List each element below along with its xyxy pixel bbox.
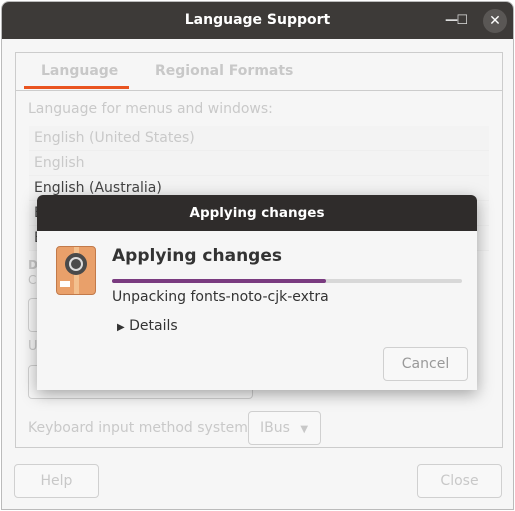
- triangle-right-icon: ▶: [117, 322, 125, 333]
- details-label: Details: [129, 318, 178, 334]
- progress-fill: [112, 279, 326, 283]
- title-bar: Language Support — ☐ ✕: [2, 2, 513, 39]
- list-item[interactable]: English (United States): [29, 126, 489, 151]
- details-expander[interactable]: ▶ Details: [117, 318, 178, 334]
- package-icon: [56, 246, 96, 295]
- keyboard-input-dropdown[interactable]: IBus ▼: [248, 411, 321, 445]
- close-icon[interactable]: ✕: [483, 9, 507, 33]
- keyboard-label: Keyboard input method system:: [28, 420, 253, 436]
- tab-language[interactable]: Language: [41, 63, 118, 79]
- help-button[interactable]: Help: [14, 464, 99, 498]
- dialog-heading: Applying changes: [112, 246, 282, 266]
- chevron-down-icon: ▼: [300, 424, 309, 435]
- window-title: Language Support: [184, 12, 331, 28]
- applying-changes-dialog: Applying changes Applying changes Unpack…: [37, 195, 477, 390]
- dialog-title: Applying changes: [37, 195, 477, 231]
- keyboard-input-value: IBus: [260, 420, 290, 436]
- cancel-button[interactable]: Cancel: [383, 347, 468, 381]
- status-text: Unpacking fonts-noto-cjk-extra: [112, 289, 329, 305]
- active-tab-indicator: [24, 86, 129, 89]
- tab-regional-formats[interactable]: Regional Formats: [155, 63, 293, 79]
- progress-bar: [112, 279, 462, 283]
- list-item[interactable]: English: [29, 151, 489, 176]
- maximize-button[interactable]: ☐: [456, 2, 468, 39]
- close-button[interactable]: Close: [417, 464, 502, 498]
- language-label: Language for menus and windows:: [28, 101, 273, 117]
